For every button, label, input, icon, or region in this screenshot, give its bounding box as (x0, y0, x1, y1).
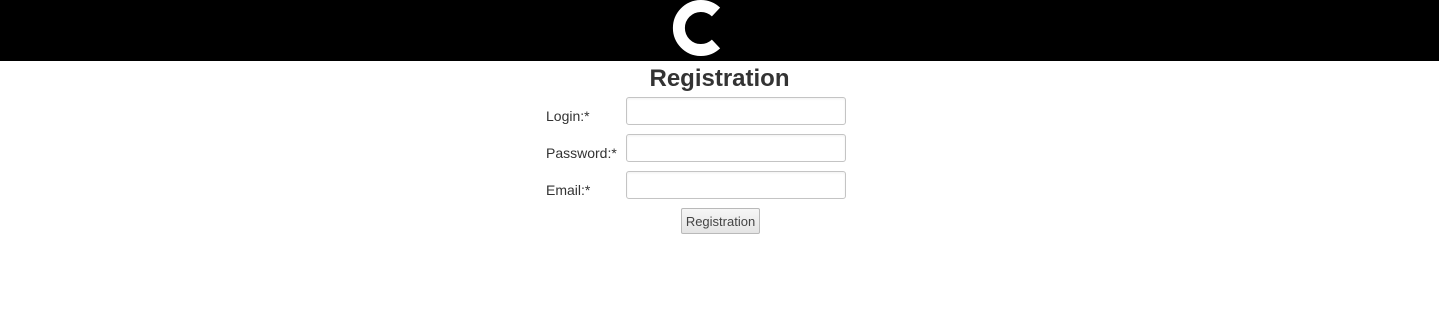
c-letter-logo-icon[interactable] (672, 0, 724, 56)
email-label: Email:* (546, 182, 591, 198)
page-title: Registration (649, 65, 790, 92)
password-label: Password:* (546, 145, 617, 161)
login-label: Login:* (546, 108, 590, 124)
password-input[interactable] (626, 134, 846, 162)
email-input[interactable] (626, 171, 846, 199)
login-input[interactable] (626, 97, 846, 125)
registration-submit-button[interactable]: Registration (681, 208, 760, 234)
top-header-bar (0, 0, 1439, 61)
